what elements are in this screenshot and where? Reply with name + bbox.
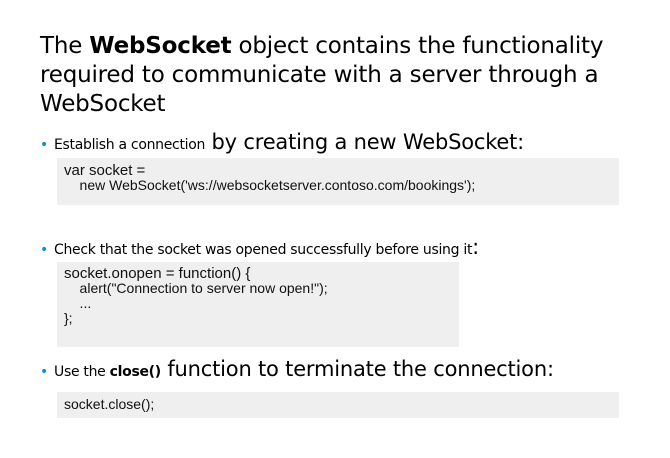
bullet-check-opened: • Check that the socket was opened succes… <box>40 235 479 259</box>
code-line: }; <box>64 310 73 326</box>
code-block-close: socket.close(); <box>57 392 619 418</box>
bullet-dot-icon: • <box>40 242 49 258</box>
bullet-establish-connection: • Establish a connection by creating a ne… <box>40 130 524 154</box>
bullet-large-text: by creating a new WebSocket: <box>205 130 525 154</box>
bullet-pre-text: Use the <box>54 364 110 380</box>
bullet-large-text: : <box>472 235 480 259</box>
bullet-dot-icon: • <box>40 137 49 153</box>
code-line: socket.onopen = function() { <box>64 265 251 282</box>
bullet-small-text: Establish a connection <box>54 137 206 153</box>
code-block-onopen: socket.onopen = function() { alert("Conn… <box>57 262 459 347</box>
title-text-1: The <box>40 33 90 59</box>
title-bold-websocket: WebSocket <box>89 33 232 59</box>
code-line: socket.close(); <box>64 396 155 412</box>
code-line: ... <box>64 295 92 311</box>
code-line: new WebSocket('ws://websocketserver.cont… <box>64 177 476 193</box>
bullet-dot-icon: • <box>40 364 49 380</box>
bullet-large-text: function to terminate the connection: <box>160 357 554 381</box>
slide-title: The WebSocket object contains the functi… <box>40 32 650 119</box>
code-line: alert("Connection to server now open!"); <box>64 280 328 296</box>
bullet-small-text: Check that the socket was opened success… <box>54 242 473 258</box>
code-line: var socket = <box>64 162 146 179</box>
bullet-close-connection: • Use the close() function to terminate t… <box>40 357 554 381</box>
code-block-create-socket: var socket = new WebSocket('ws://websock… <box>57 158 619 205</box>
bullet-bold-close: close() <box>109 364 162 380</box>
